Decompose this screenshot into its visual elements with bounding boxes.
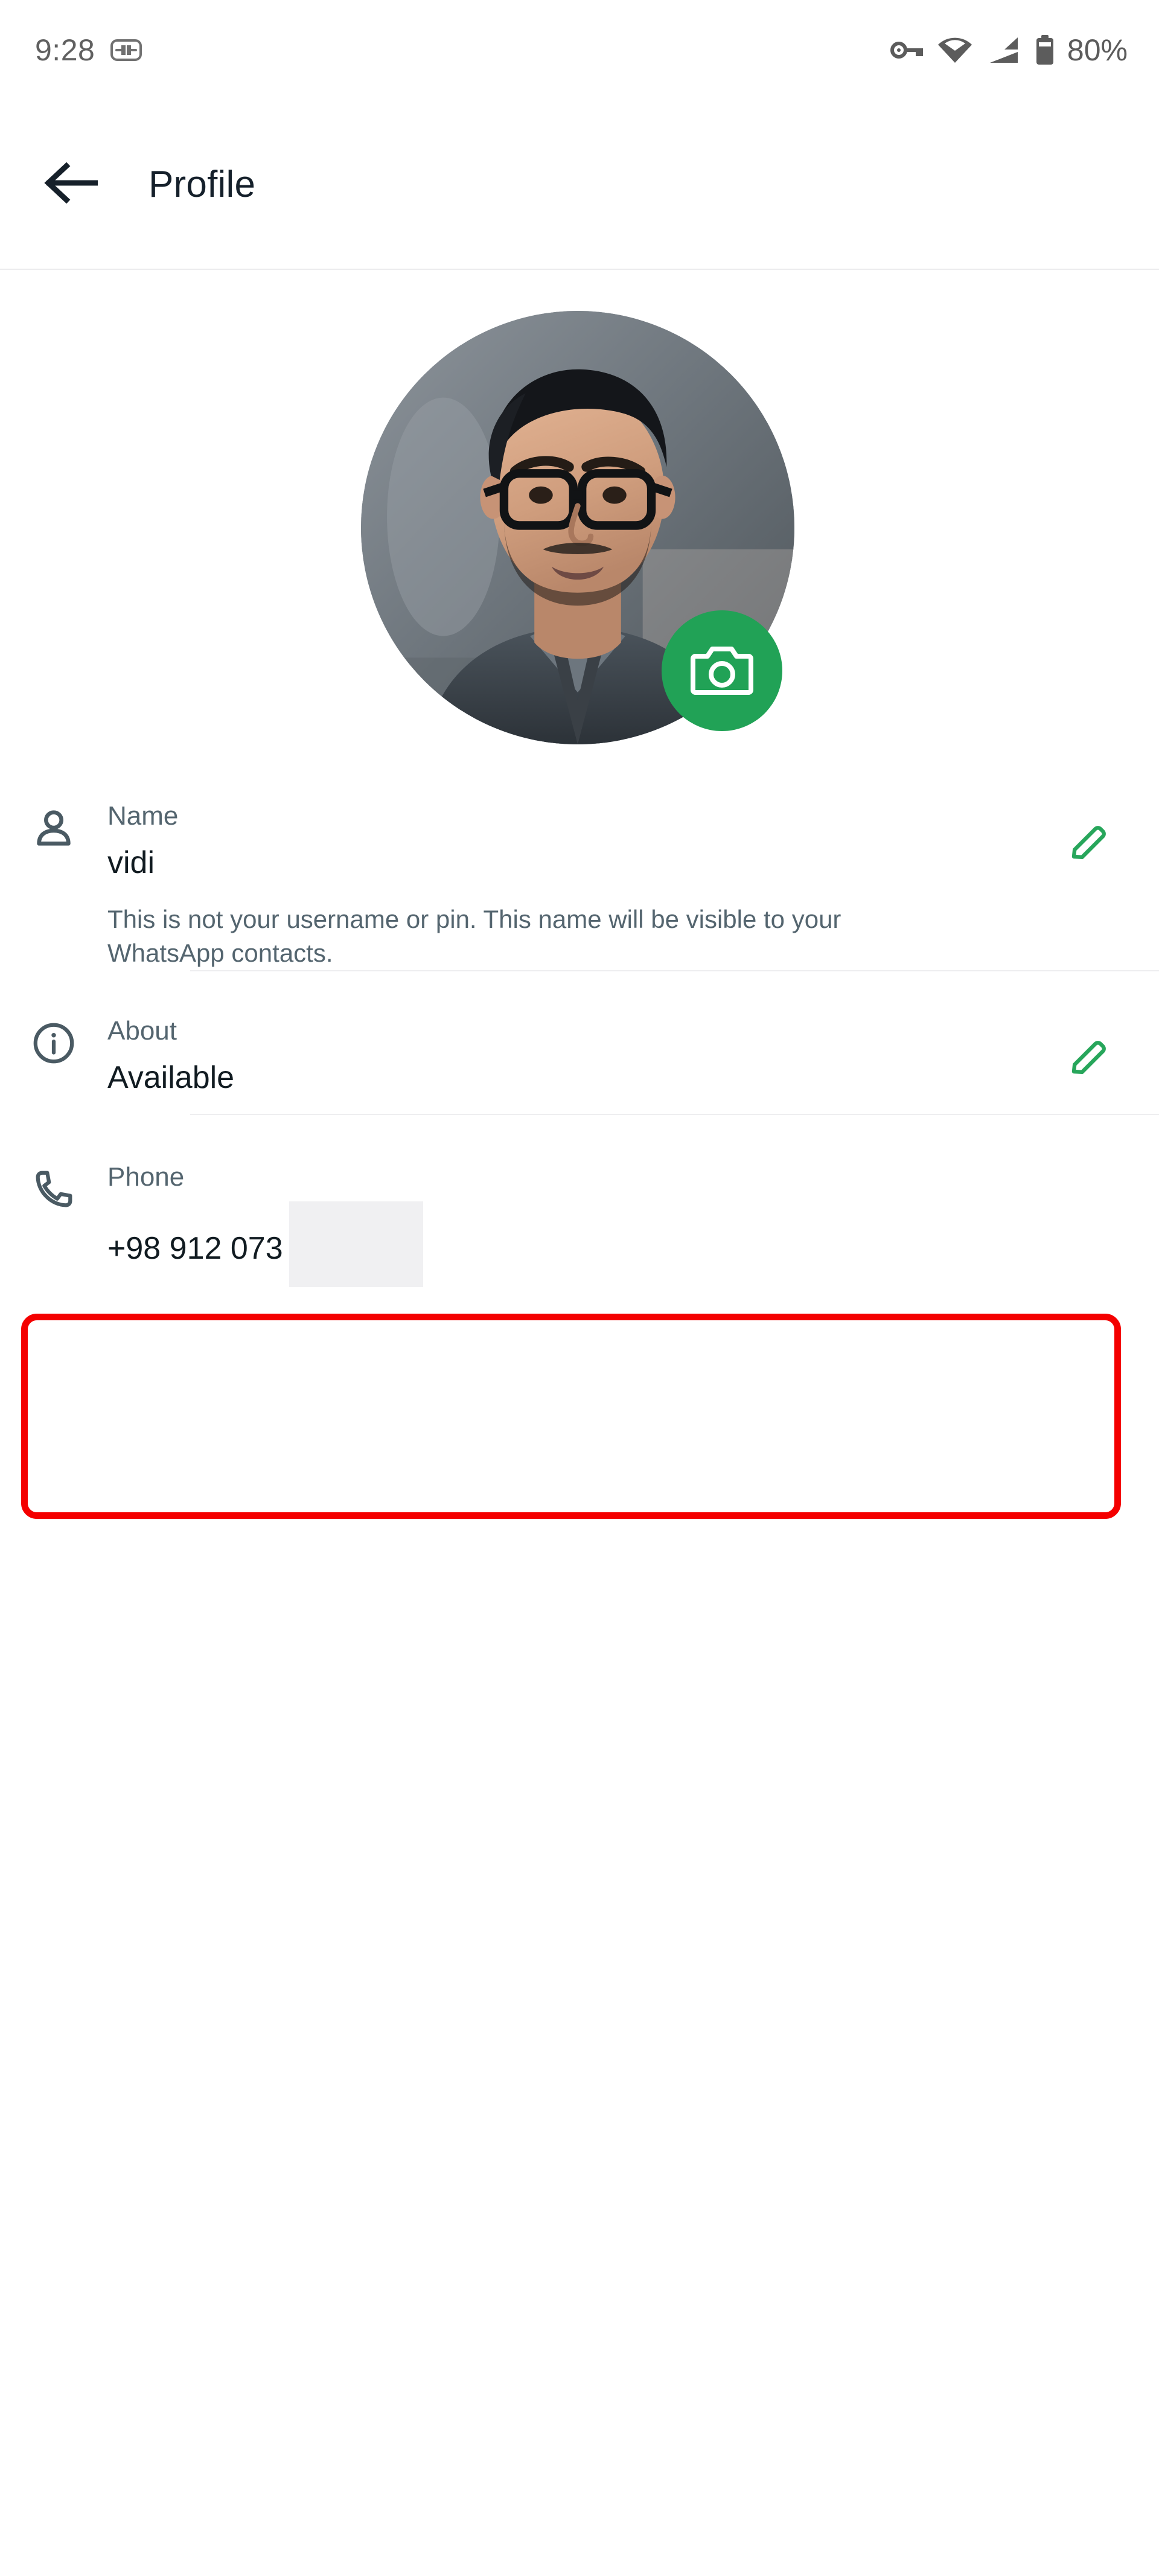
- cellular-signal-icon: [986, 36, 1020, 64]
- edit-about-button[interactable]: [1055, 1016, 1122, 1085]
- about-label: About: [107, 1016, 177, 1046]
- phone-icon: [0, 1162, 107, 1213]
- name-value: vidi: [107, 845, 155, 880]
- person-icon: [0, 801, 107, 852]
- avatar[interactable]: [361, 311, 794, 744]
- pencil-icon: [1065, 1037, 1111, 1085]
- pencil-icon: [1065, 822, 1111, 871]
- profile-row-about-body: About Available: [107, 1016, 1055, 1096]
- back-button[interactable]: [37, 151, 104, 217]
- page-title: Profile: [148, 163, 256, 205]
- status-bar-right: 80%: [890, 33, 1128, 68]
- battery-icon: [1033, 34, 1056, 65]
- status-bar-left: 9:28: [35, 33, 142, 68]
- phone-row-highlight-box: [21, 1314, 1121, 1519]
- profile-row-phone-body: Phone +98 912 073: [107, 1162, 1122, 1292]
- profile-row-name-body: Name vidi This is not your username or p…: [107, 801, 1055, 970]
- profile-row-about[interactable]: About Available: [0, 971, 1159, 1114]
- profile-row-name[interactable]: Name vidi This is not your username or p…: [0, 759, 1159, 970]
- wifi-icon: [937, 36, 973, 64]
- change-photo-button[interactable]: [662, 610, 782, 731]
- vpn-key-icon: [890, 37, 924, 63]
- profile-row-phone[interactable]: Phone +98 912 073: [0, 1115, 1159, 1292]
- phone-label: Phone: [107, 1162, 185, 1192]
- phone-value: +98 912 073: [107, 1230, 283, 1266]
- edit-name-button[interactable]: [1055, 801, 1122, 871]
- battery-percent-label: 80%: [1067, 33, 1128, 67]
- app-bar: Profile: [0, 100, 1159, 269]
- status-clock: 9:28: [35, 33, 95, 67]
- info-icon: [0, 1016, 107, 1067]
- name-label: Name: [107, 801, 179, 831]
- name-hint-text: This is not your username or pin. This n…: [107, 905, 841, 968]
- profile-info-list: Name vidi This is not your username or p…: [0, 759, 1159, 1292]
- avatar-section: [0, 270, 1159, 759]
- back-arrow-icon: [43, 161, 98, 208]
- about-value: Available: [107, 1059, 235, 1095]
- phone-redaction-block: [289, 1201, 423, 1287]
- sim-card-icon: [110, 39, 142, 61]
- camera-icon: [691, 642, 753, 700]
- phone-value-wrap: +98 912 073: [107, 1201, 1122, 1292]
- status-bar: 9:28 80%: [0, 0, 1159, 100]
